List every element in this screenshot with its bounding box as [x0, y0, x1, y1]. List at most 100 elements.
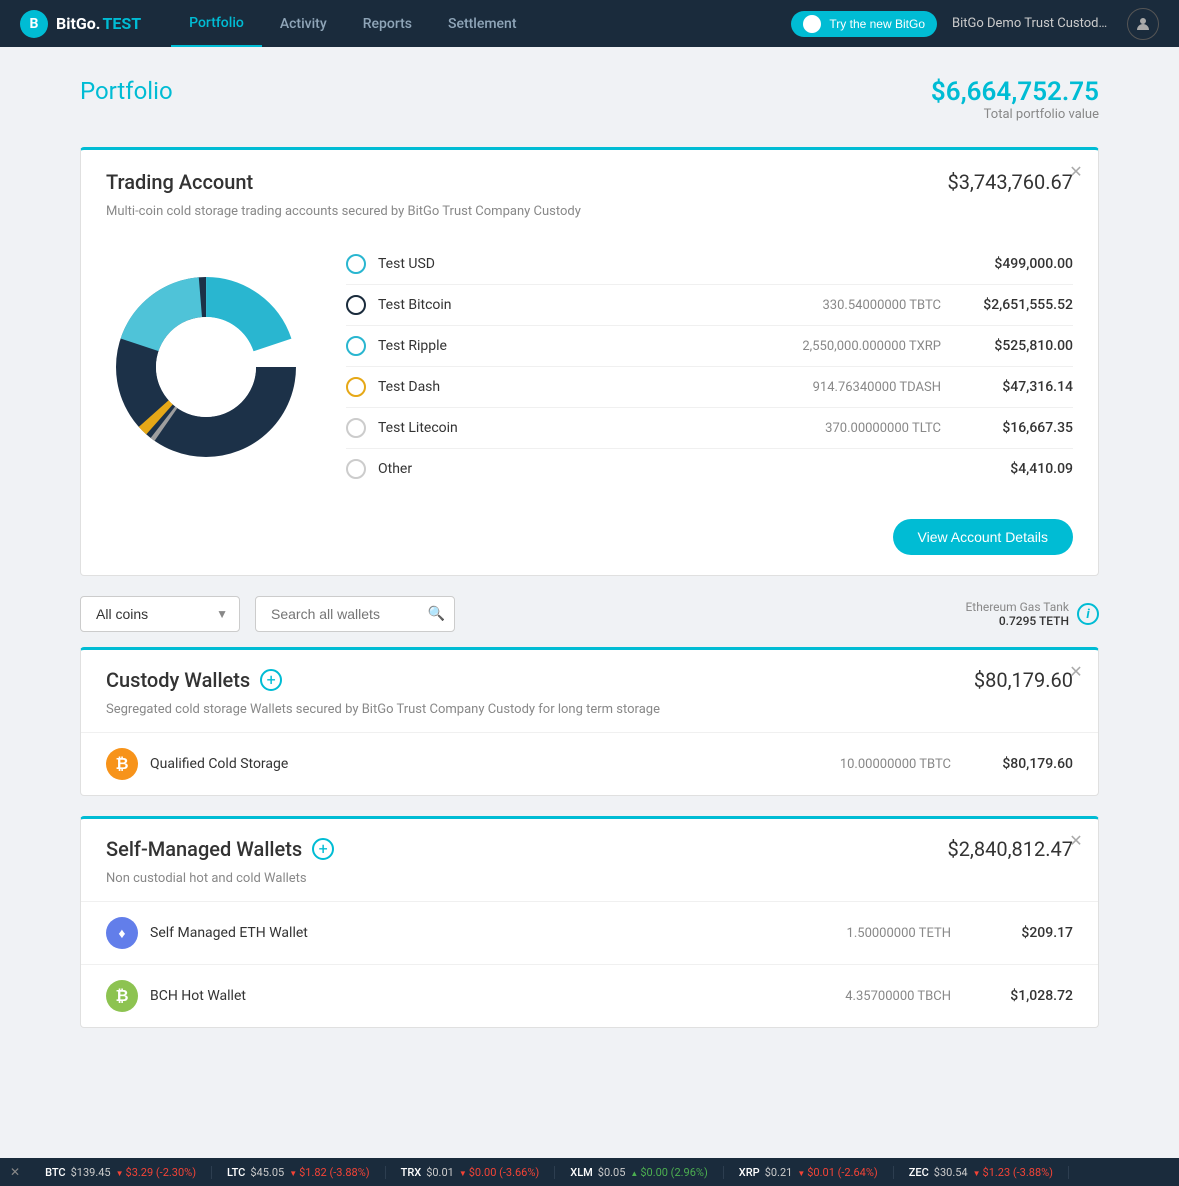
legend-dot-other	[346, 459, 366, 479]
filter-row: All coins Bitcoin Ethereum XRP Litecoin …	[80, 596, 1099, 632]
portfolio-value-block: $6,664,752.75 Total portfolio value	[931, 77, 1099, 122]
legend-dot-xrp	[346, 336, 366, 356]
legend-item-ltc[interactable]: Test Litecoin 370.00000000 TLTC $16,667.…	[346, 408, 1073, 449]
custody-wallets-card: ✕ Custody Wallets + $80,179.60 Segregate…	[80, 647, 1099, 796]
ticker-coin-xrp: XRP	[739, 1166, 760, 1179]
gas-tank-value: 0.7295 TETH	[965, 614, 1069, 628]
trading-card-subtitle: Multi-coin cold storage trading accounts…	[81, 204, 1098, 234]
ticker-items: BTC $139.45 $3.29 (-2.30%) LTC $45.05 $1…	[30, 1166, 1179, 1179]
ticker-close-button[interactable]: ✕	[0, 1165, 30, 1179]
custody-wallets-close-button[interactable]: ✕	[1066, 662, 1086, 682]
coin-filter-select[interactable]: All coins Bitcoin Ethereum XRP Litecoin	[80, 596, 240, 632]
ticker-price-xlm: $0.05	[598, 1166, 626, 1179]
ticker-coin-btc: BTC	[45, 1166, 66, 1179]
gas-tank-title: Ethereum Gas Tank	[965, 600, 1069, 614]
trading-account-card: ✕ Trading Account $3,743,760.67 Multi-co…	[80, 147, 1099, 576]
user-avatar-icon[interactable]	[1127, 8, 1159, 40]
legend-name-dash: Test Dash	[378, 379, 801, 395]
gas-tank-label-block: Ethereum Gas Tank 0.7295 TETH	[965, 600, 1069, 628]
ticker-zec: ZEC $30.54 $1.23 (-3.88%)	[894, 1166, 1069, 1179]
legend-value-usd: $499,000.00	[973, 256, 1073, 272]
trading-chart	[106, 267, 306, 467]
ticker-coin-xlm: XLM	[570, 1166, 593, 1179]
wallet-amount-qcs: 10.00000000 TBTC	[840, 757, 951, 772]
legend-item-btc[interactable]: Test Bitcoin 330.54000000 TBTC $2,651,55…	[346, 285, 1073, 326]
main-content: Portfolio $6,664,752.75 Total portfolio …	[0, 47, 1179, 1068]
wallet-value-eth: $209.17	[983, 925, 1073, 941]
search-input[interactable]	[255, 596, 455, 632]
portfolio-header: Portfolio $6,664,752.75 Total portfolio …	[80, 77, 1099, 122]
donut-chart-svg	[106, 267, 306, 467]
self-managed-wallet-row-bch[interactable]: ₿ BCH Hot Wallet 4.35700000 TBCH $1,028.…	[81, 964, 1098, 1027]
custody-wallets-title-group: Custody Wallets +	[106, 668, 282, 692]
ticker-trx: TRX $0.01 $0.00 (-3.66%)	[386, 1166, 556, 1179]
search-wrapper: 🔍	[255, 596, 455, 632]
self-managed-subtitle: Non custodial hot and cold Wallets	[81, 871, 1098, 901]
legend-value-other: $4,410.09	[973, 461, 1073, 477]
add-self-managed-wallet-button[interactable]: +	[312, 838, 334, 860]
wallet-amount-bch: 4.35700000 TBCH	[845, 989, 951, 1004]
legend-amount-ltc: 370.00000000 TLTC	[825, 421, 941, 436]
legend-dot-dash	[346, 377, 366, 397]
self-managed-wallet-row-eth[interactable]: ♦ Self Managed ETH Wallet 1.50000000 TET…	[81, 901, 1098, 964]
add-custody-wallet-button[interactable]: +	[260, 669, 282, 691]
nav-links: Portfolio Activity Reports Settlement	[171, 0, 791, 47]
legend-item-usd[interactable]: Test USD $499,000.00	[346, 244, 1073, 285]
wallet-amount-eth: 1.50000000 TETH	[847, 926, 951, 941]
search-icon: 🔍	[428, 606, 445, 622]
chart-legend: Test USD $499,000.00 Test Bitcoin 330.54…	[346, 244, 1073, 489]
legend-amount-btc: 330.54000000 TBTC	[823, 298, 942, 313]
ticker-price-trx: $0.01	[426, 1166, 454, 1179]
coin-select-wrapper: All coins Bitcoin Ethereum XRP Litecoin …	[80, 596, 240, 632]
ticker-price-btc: $139.45	[71, 1166, 111, 1179]
wallet-value-qcs: $80,179.60	[983, 756, 1073, 772]
nav-activity[interactable]: Activity	[262, 0, 345, 47]
ticker-coin-ltc: LTC	[227, 1166, 245, 1179]
view-account-details-button[interactable]: View Account Details	[893, 519, 1073, 555]
legend-value-dash: $47,316.14	[973, 379, 1073, 395]
wallet-icon-eth: ♦	[106, 917, 138, 949]
custody-wallets-total: $80,179.60	[974, 668, 1073, 692]
gas-tank-info-icon[interactable]: i	[1077, 603, 1099, 625]
toggle-circle	[803, 15, 821, 33]
ticker-price-xrp: $0.21	[765, 1166, 793, 1179]
legend-name-other: Other	[378, 461, 929, 477]
wallet-icon-btc: ₿	[106, 748, 138, 780]
navbar: B BitGo.TEST Portfolio Activity Reports …	[0, 0, 1179, 47]
nav-settlement[interactable]: Settlement	[430, 0, 535, 47]
legend-name-btc: Test Bitcoin	[378, 297, 811, 313]
ticker-ltc: LTC $45.05 $1.82 (-3.88%)	[212, 1166, 386, 1179]
trading-card-close-button[interactable]: ✕	[1066, 162, 1086, 182]
legend-item-other[interactable]: Other $4,410.09	[346, 449, 1073, 489]
custody-wallet-row-qcs[interactable]: ₿ Qualified Cold Storage 10.00000000 TBT…	[81, 732, 1098, 795]
ticker-xlm: XLM $0.05 $0.00 (2.96%)	[555, 1166, 724, 1179]
trading-card-header: Trading Account $3,743,760.67	[81, 150, 1098, 204]
legend-dot-btc	[346, 295, 366, 315]
logo: B BitGo.TEST	[20, 10, 141, 38]
wallet-name-eth: Self Managed ETH Wallet	[150, 925, 835, 941]
ticker-change-xrp: $0.01 (-2.64%)	[797, 1166, 877, 1179]
gas-tank: Ethereum Gas Tank 0.7295 TETH i	[965, 600, 1099, 628]
wallet-name-qcs: Qualified Cold Storage	[150, 756, 828, 772]
legend-amount-dash: 914.76340000 TDASH	[813, 380, 941, 395]
trading-card-value: $3,743,760.67	[947, 170, 1073, 194]
self-managed-close-button[interactable]: ✕	[1066, 831, 1086, 851]
legend-item-xrp[interactable]: Test Ripple 2,550,000.000000 TXRP $525,8…	[346, 326, 1073, 367]
custody-wallets-subtitle: Segregated cold storage Wallets secured …	[81, 702, 1098, 732]
trading-body: Test USD $499,000.00 Test Bitcoin 330.54…	[81, 234, 1098, 509]
try-new-bitgo-button[interactable]: Try the new BitGo	[791, 11, 937, 37]
legend-value-xrp: $525,810.00	[973, 338, 1073, 354]
legend-value-btc: $2,651,555.52	[973, 297, 1073, 313]
self-managed-header: Self-Managed Wallets + $2,840,812.47	[81, 819, 1098, 871]
ticker-change-trx: $0.00 (-3.66%)	[459, 1166, 539, 1179]
wallet-value-bch: $1,028.72	[983, 988, 1073, 1004]
nav-portfolio[interactable]: Portfolio	[171, 0, 262, 47]
custody-wallets-title: Custody Wallets	[106, 668, 250, 692]
self-managed-title: Self-Managed Wallets	[106, 837, 302, 861]
nav-reports[interactable]: Reports	[345, 0, 430, 47]
legend-item-dash[interactable]: Test Dash 914.76340000 TDASH $47,316.14	[346, 367, 1073, 408]
ticker-change-ltc: $1.82 (-3.88%)	[289, 1166, 369, 1179]
custody-wallets-header: Custody Wallets + $80,179.60	[81, 650, 1098, 702]
wallet-name-bch: BCH Hot Wallet	[150, 988, 833, 1004]
self-managed-total: $2,840,812.47	[947, 837, 1073, 861]
